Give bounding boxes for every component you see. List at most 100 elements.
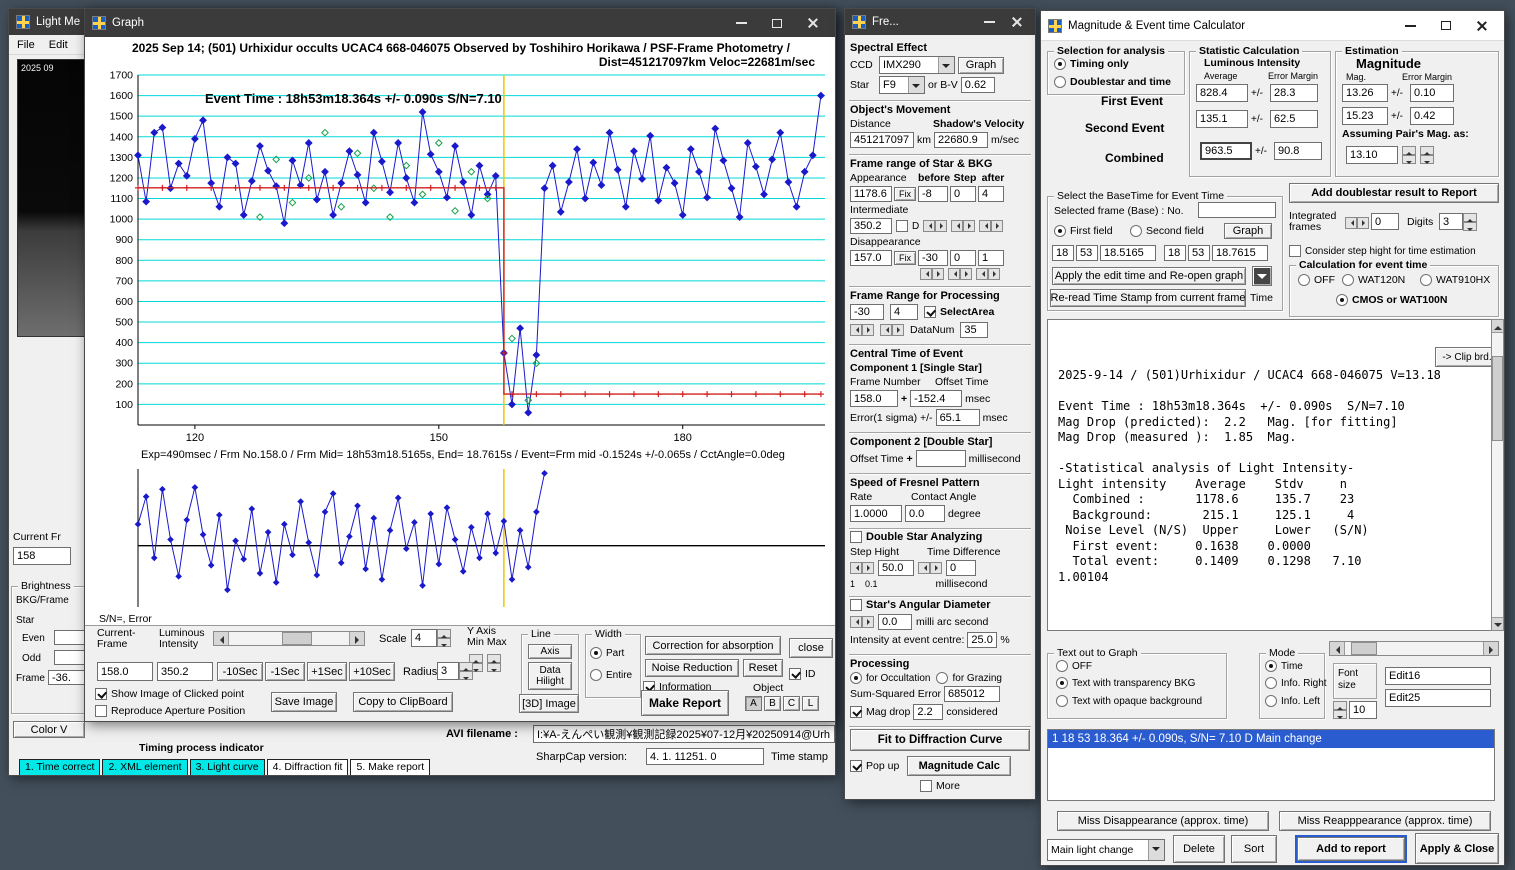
clip-board-button[interactable]: -> Clip brd. [1435,347,1499,367]
avi-filename-value[interactable]: I:¥A-えんぺい観測¥観測記録2025¥07-12月¥20250914@Urh [533,725,835,743]
even-input[interactable] [54,630,88,645]
edit25-input[interactable]: Edit25 [1385,689,1491,707]
offset-time-input[interactable]: -152.4 [910,390,963,407]
minus-10sec-button[interactable]: -10Sec [217,662,263,681]
miss-reappearance-button[interactable]: Miss Reapppearance (approx. time) [1279,811,1491,831]
graph-window-titlebar[interactable]: Graph [85,9,835,37]
luminous-value-input[interactable]: 350.2 [157,662,213,681]
range-from-input[interactable]: -30 [850,304,884,320]
consider-step-checkbox[interactable]: Consider step hight for time estimation [1289,245,1476,257]
close-button[interactable] [798,9,828,37]
video-frame-thumbnail[interactable]: 2025 09 [17,59,87,337]
event-result-row-selected[interactable]: 1 18 53 18.364 +/- 0.090s, S/N= 7.10 D M… [1048,730,1494,748]
axis-button[interactable]: Axis [528,644,572,659]
intermediate-spinner-3[interactable] [979,220,1004,232]
combined-average-input[interactable]: 963.5 [1200,142,1252,160]
plus-1sec-button[interactable]: +1Sec [307,662,347,681]
close-button[interactable] [1006,9,1028,35]
time-dropdown-button[interactable] [1252,266,1272,286]
make-report-button[interactable]: Make Report [641,690,729,716]
timing-only-radio[interactable]: Timing only [1054,58,1129,70]
3d-image-button[interactable]: [3D] Image [519,694,579,713]
main-light-change-select[interactable]: Main light change [1047,839,1165,861]
y-max-spinner[interactable] [487,654,501,672]
edit16-input[interactable]: Edit16 [1385,667,1491,685]
range-to-spinner[interactable] [880,324,904,336]
time-difference-spinner[interactable] [918,562,942,574]
light-curve-plot[interactable]: 100 200 300 400 500 600 700 800 900 1000 1100 1200 1… [93,69,833,447]
minimize-button[interactable] [978,9,1000,35]
reread-timestamp-button[interactable]: Re-read Time Stamp from current frame [1050,289,1246,307]
combined-error-input[interactable]: 90.8 [1274,142,1322,160]
assumed-mag-spinner-1[interactable] [1402,146,1416,164]
time1-hour-input[interactable]: 18 [1052,245,1074,261]
disappearance-after-input[interactable]: 1 [978,250,1004,266]
noise-reduction-button[interactable]: Noise Reduction [645,659,739,677]
appearance-after-input[interactable]: 4 [978,186,1004,202]
integrated-frames-spinner[interactable] [1345,217,1369,229]
for-grazing-radio[interactable]: for Grazing [936,672,1002,684]
range-to-input[interactable]: 4 [890,304,918,320]
object-l-button[interactable]: L [802,696,819,711]
mode-info-right-radio[interactable]: Info. Right [1265,677,1327,689]
magnitude-calc-button[interactable]: Magnitude Calc [907,756,1012,776]
result-text-area[interactable]: 2025-9-14 / (501)Urhixidur / UCAC4 668-0… [1047,319,1493,631]
first-event-average-input[interactable]: 828.4 [1196,84,1248,102]
frame-scrollbar[interactable] [213,631,365,646]
calc-window-titlebar[interactable]: Magnitude & Event time Calculator [1041,11,1504,41]
off-radio[interactable]: OFF [1298,274,1335,286]
double-star-analyzing-checkbox[interactable]: Double Star Analyzing [850,531,1030,543]
time2-minute-input[interactable]: 53 [1188,245,1210,261]
frame-value-input[interactable]: -36. [48,670,88,685]
disappearance-spinner-3[interactable] [976,268,1000,280]
maximize-button[interactable] [762,9,792,37]
text-position-scrollbar[interactable] [1329,641,1499,656]
appearance-level-input[interactable]: 1178.6 [850,186,892,202]
step-hight-spinner[interactable] [850,562,874,574]
object-b-button[interactable]: B [764,696,781,711]
time-difference-input[interactable]: 0 [946,560,976,576]
second-event-average-input[interactable]: 135.1 [1196,110,1248,128]
font-size-spinner[interactable] [1333,701,1347,719]
object-a-button[interactable]: A [745,696,762,711]
rate-input[interactable]: 1.0000 [850,505,902,522]
timing-tab[interactable]: 5. Make report [350,759,431,775]
add-doublestar-report-button[interactable]: Add doublestar result to Report [1289,183,1499,203]
scroll-left-icon[interactable] [1330,642,1345,655]
mode-time-radio[interactable]: Time [1265,660,1303,672]
disappearance-spinner-2[interactable] [948,268,972,280]
datanum-input[interactable]: 35 [960,322,989,338]
radius-input[interactable]: 3 [437,662,459,680]
plus-10sec-button[interactable]: +10Sec [349,662,395,681]
mode-info-left-radio[interactable]: Info. Left [1265,695,1320,707]
reproduce-aperture-checkbox[interactable]: Reproduce Aperture Position [95,705,245,717]
time1-minute-input[interactable]: 53 [1076,245,1098,261]
intermediate-input[interactable]: 350.2 [850,218,892,234]
save-image-button[interactable]: Save Image [271,692,337,712]
maximize-button[interactable] [1431,11,1461,40]
width-part-radio[interactable]: Part [590,647,624,659]
selected-frame-input[interactable] [1198,202,1276,218]
fresnel-window-titlebar[interactable]: Fre... [845,9,1035,35]
miss-disappearance-button[interactable]: Miss Disappearance (approx. time) [1057,811,1269,831]
sum-squared-error-input[interactable]: 685012 [944,686,1001,702]
ccd-select[interactable]: IMX290 [879,56,955,74]
scroll-right-icon[interactable] [349,632,364,645]
minimize-button[interactable] [726,9,756,37]
bv-input[interactable]: 0.62 [960,77,995,93]
velocity-input[interactable]: 22680.9 [934,132,988,148]
close-button[interactable] [1467,11,1497,40]
sn-error-plot[interactable] [93,463,833,615]
time2-second-input[interactable]: 18.7615 [1212,245,1268,261]
integrated-frames-input[interactable]: 0 [1371,213,1399,230]
textout-off-radio[interactable]: OFF [1056,660,1092,672]
comp2-offset-input[interactable] [915,450,966,467]
error1-input[interactable]: 0.10 [1410,84,1454,102]
scroll-up-icon[interactable] [1492,320,1503,333]
digits-input[interactable]: 3 [1439,213,1463,230]
first-event-error-input[interactable]: 28.3 [1270,84,1318,102]
show-image-checkbox[interactable]: Show Image of Clicked point [95,688,244,700]
intermediate-spinner-1[interactable] [923,220,948,232]
assumed-mag-spinner-2[interactable] [1420,146,1434,164]
distance-input[interactable]: 451217097 [850,132,914,148]
